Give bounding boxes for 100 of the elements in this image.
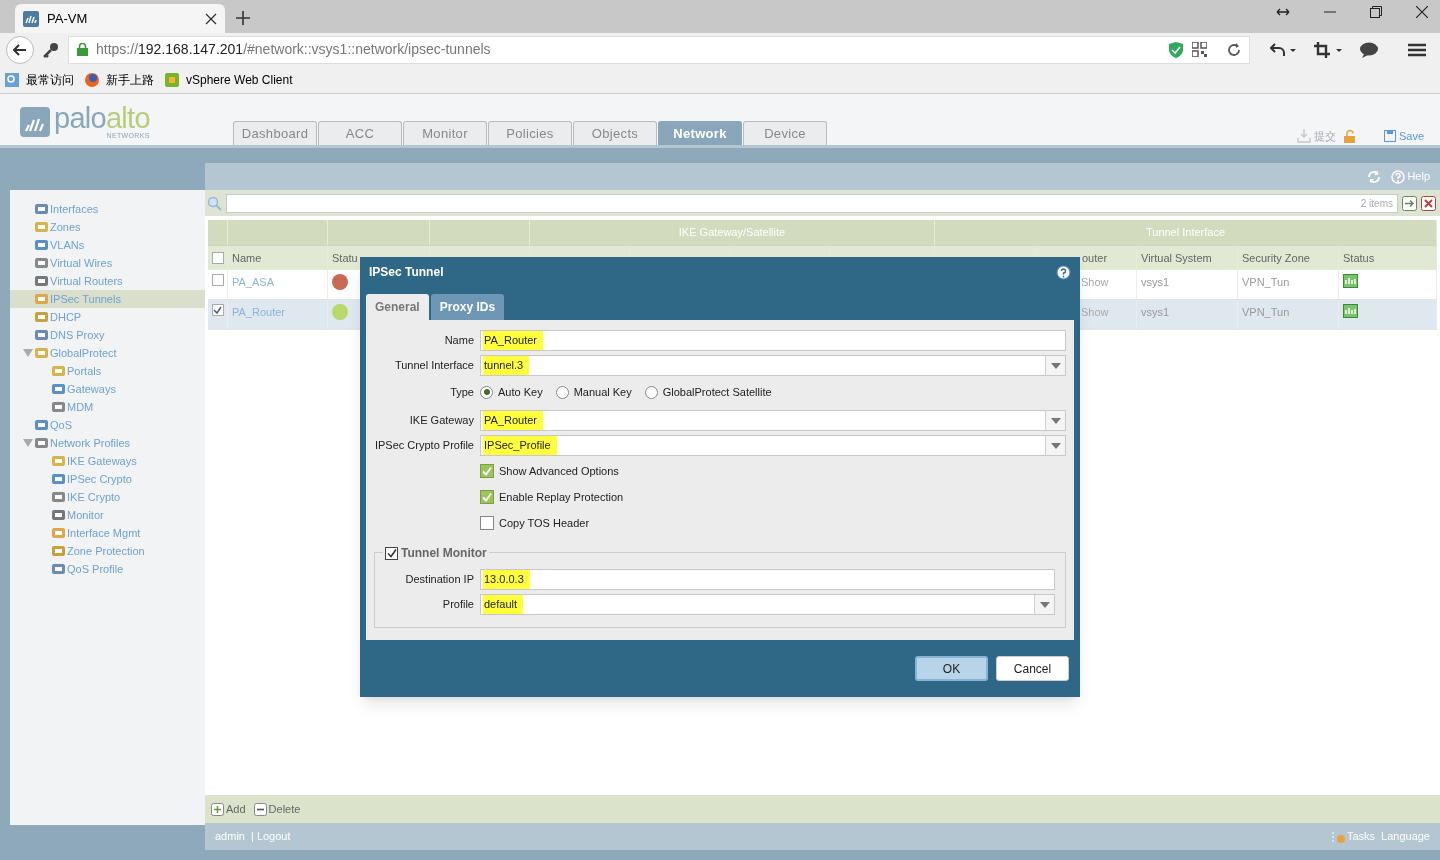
- toolbar-button[interactable]: Add: [211, 800, 246, 818]
- address-field[interactable]: https://192.168.147.201/#network::vsys1::network/ipsec-tunnels: [68, 35, 1250, 64]
- header-action: 提交: [1296, 128, 1336, 145]
- sidebar-item[interactable]: IKE Crypto: [10, 488, 205, 506]
- field-value: default: [483, 595, 524, 614]
- browser-tab[interactable]: PA-VM: [15, 4, 225, 33]
- input-field[interactable]: PA_Router: [480, 330, 1066, 351]
- network-icon: [51, 562, 66, 576]
- table-cell[interactable]: PA_Router: [232, 304, 285, 321]
- nav-tab[interactable]: Dashboard: [233, 121, 317, 145]
- dropdown-arrow-icon[interactable]: [1039, 601, 1050, 608]
- column-header[interactable]: Status: [1343, 249, 1375, 267]
- select-all-checkbox[interactable]: [211, 252, 224, 264]
- sidebar-item[interactable]: VLANs: [10, 236, 205, 254]
- radio-option[interactable]: Auto Key: [480, 383, 543, 401]
- sidebar-item[interactable]: Monitor: [10, 506, 205, 524]
- toolbar-button[interactable]: Delete: [253, 800, 301, 818]
- dropdown-arrow-icon[interactable]: [1050, 417, 1061, 424]
- dropdown-field[interactable]: tunnel.3: [480, 355, 1066, 376]
- dropdown-arrow-icon[interactable]: [1050, 442, 1061, 449]
- filter-field[interactable]: 2 items: [226, 193, 1398, 213]
- nav-tab[interactable]: Monitor: [403, 121, 487, 145]
- column-header[interactable]: outer: [1082, 249, 1108, 267]
- chat-bubble-icon[interactable]: [1360, 41, 1378, 58]
- apply-filter-icon[interactable]: [1402, 195, 1417, 211]
- row-checkbox[interactable]: [211, 304, 224, 316]
- close-icon[interactable]: [205, 12, 217, 25]
- sidebar-item[interactable]: DHCP: [10, 308, 205, 326]
- help-icon[interactable]: [1056, 264, 1071, 280]
- row-checkbox[interactable]: [211, 274, 224, 286]
- checkmark-icon: [213, 306, 222, 314]
- tunnel-monitor-checkbox[interactable]: Tunnel Monitor: [383, 544, 489, 562]
- sidebar-item[interactable]: Portals: [10, 362, 205, 380]
- input-field[interactable]: 13.0.0.3: [480, 569, 1055, 590]
- dropdown-arrow-icon[interactable]: [1050, 362, 1061, 369]
- nav-tab[interactable]: Device: [743, 121, 827, 145]
- undo-icon[interactable]: [1270, 41, 1296, 58]
- checkbox-option[interactable]: Copy TOS Header: [480, 514, 590, 532]
- close-icon[interactable]: [1416, 6, 1428, 18]
- radio-option[interactable]: Manual Key: [555, 383, 632, 401]
- nav-tab[interactable]: Objects: [573, 121, 657, 145]
- column-header[interactable]: Security Zone: [1242, 249, 1310, 267]
- sidebar-item[interactable]: IPSec Crypto: [10, 470, 205, 488]
- header-action[interactable]: Save: [1383, 128, 1424, 145]
- restore-icon[interactable]: [1370, 6, 1382, 18]
- footer-link[interactable]: Language: [1381, 828, 1430, 845]
- crop-icon[interactable]: [1314, 41, 1342, 58]
- dialog-tab[interactable]: Proxy IDs: [430, 294, 505, 320]
- checkbox-option[interactable]: Show Advanced Options: [480, 462, 619, 480]
- sidebar-item[interactable]: Virtual Wires: [10, 254, 205, 272]
- bookmark-link[interactable]: 新手上路: [106, 70, 154, 89]
- table-cell[interactable]: Show: [1081, 304, 1109, 321]
- ok-button[interactable]: OK: [915, 656, 988, 681]
- sidebar-item[interactable]: Virtual Routers: [10, 272, 205, 290]
- column-header[interactable]: Virtual System: [1141, 249, 1212, 267]
- sidebar-item[interactable]: Gateways: [10, 380, 205, 398]
- sidebar-item[interactable]: MDM: [10, 398, 205, 416]
- checkmark-icon: [482, 492, 492, 502]
- sidebar-item[interactable]: DNS Proxy: [10, 326, 205, 344]
- dropdown-field[interactable]: default: [480, 594, 1055, 615]
- logout-link[interactable]: | Logout: [250, 828, 291, 845]
- help-button[interactable]: Help: [1391, 168, 1430, 185]
- sidebar-item[interactable]: Zone Protection: [10, 542, 205, 560]
- network-icon: [34, 436, 49, 450]
- sidebar-item[interactable]: GlobalProtect: [10, 344, 205, 362]
- sidebar-item[interactable]: Network Profiles: [10, 434, 205, 452]
- nav-tab[interactable]: Network: [658, 121, 742, 145]
- back-button[interactable]: [6, 35, 34, 64]
- footer-link[interactable]: Tasks: [1331, 828, 1376, 845]
- sidebar-item[interactable]: IKE Gateways: [10, 452, 205, 470]
- menu-icon[interactable]: [1408, 42, 1426, 57]
- sidebar-item[interactable]: QoS: [10, 416, 205, 434]
- nav-tab[interactable]: ACC: [318, 121, 402, 145]
- cancel-button[interactable]: Cancel: [996, 656, 1069, 681]
- sidebar-item[interactable]: IPSec Tunnels: [10, 290, 205, 308]
- new-tab-icon[interactable]: [236, 11, 250, 25]
- column-header[interactable]: Name: [232, 249, 262, 267]
- nav-tab[interactable]: Policies: [488, 121, 572, 145]
- sidebar-item[interactable]: Zones: [10, 218, 205, 236]
- sidebar-item[interactable]: Interface Mgmt: [10, 524, 205, 542]
- sidebar-item[interactable]: QoS Profile: [10, 560, 205, 578]
- bookmark-link[interactable]: vSphere Web Client: [186, 70, 293, 89]
- network-icon: [34, 292, 49, 306]
- radio-option[interactable]: GlobalProtect Satellite: [644, 383, 772, 401]
- table-cell[interactable]: PA_ASA: [232, 274, 274, 291]
- bookmark-link[interactable]: 最常访问: [26, 70, 74, 89]
- checkbox-option[interactable]: Enable Replay Protection: [480, 488, 624, 506]
- network-icon: [34, 202, 49, 216]
- clear-filter-icon[interactable]: [1421, 195, 1436, 211]
- column-header[interactable]: Statu: [332, 249, 358, 267]
- table-cell[interactable]: Show: [1081, 274, 1109, 291]
- sidebar-item[interactable]: Interfaces: [10, 200, 205, 218]
- table-cell-text: vsys1: [1141, 275, 1170, 290]
- reload-icon[interactable]: [1227, 42, 1241, 57]
- dropdown-field[interactable]: IPSec_Profile: [480, 435, 1066, 456]
- dropdown-field[interactable]: PA_Router: [480, 410, 1066, 431]
- network-icon: [34, 310, 49, 324]
- qr-code-icon: [1192, 42, 1207, 57]
- dialog-tab[interactable]: General: [366, 294, 429, 320]
- shield-check-icon: [1168, 41, 1184, 58]
